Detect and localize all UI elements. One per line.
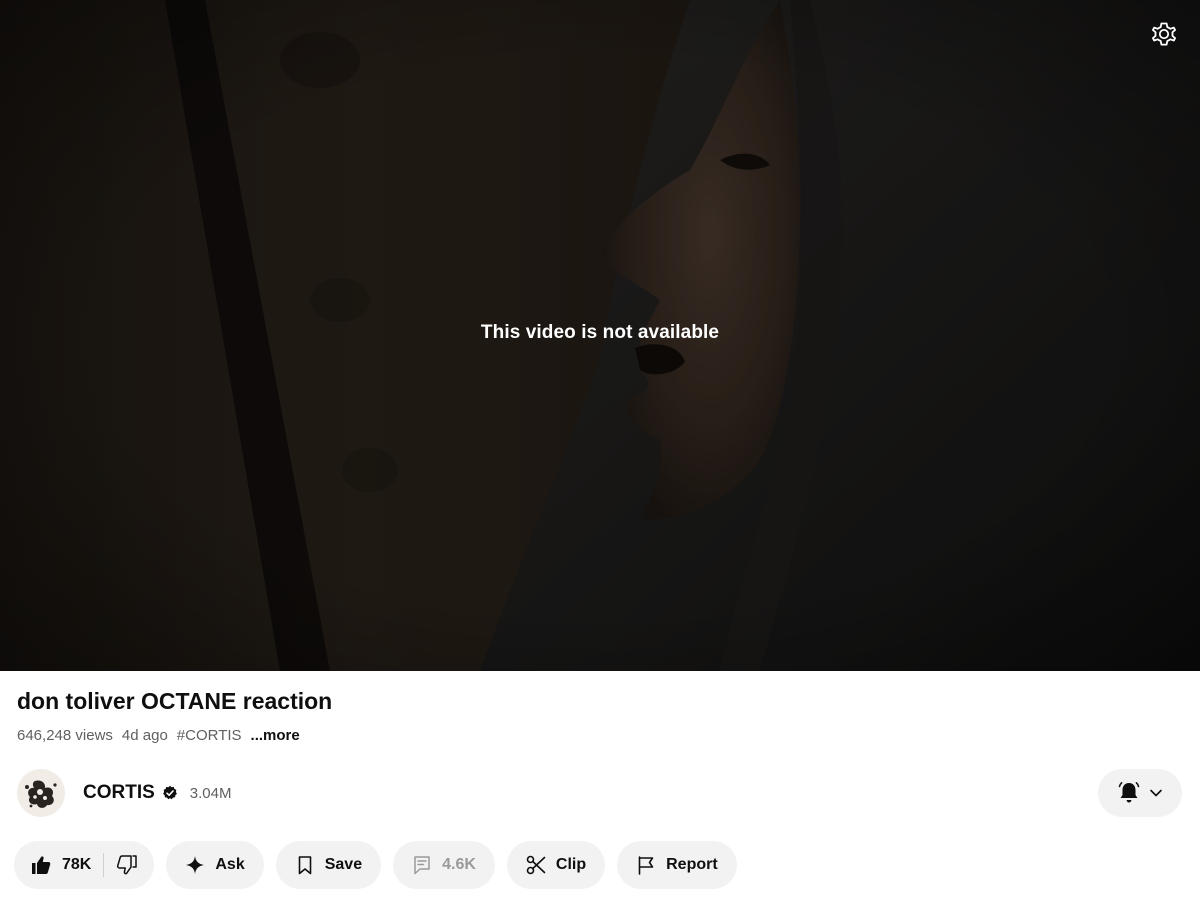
subscriber-count: 3.04M: [189, 784, 232, 802]
comments-button[interactable]: 4.6K: [393, 841, 495, 889]
like-button[interactable]: 78K: [30, 854, 103, 876]
save-button[interactable]: Save: [275, 841, 382, 889]
upload-age: 4d ago: [121, 727, 168, 744]
channel-avatar[interactable]: [17, 769, 65, 817]
sparkle-icon: [186, 856, 205, 874]
action-bar: 78K Ask Save 4.6K Clip Report: [14, 841, 737, 889]
hashtag-link[interactable]: #CORTIS: [177, 727, 242, 744]
view-count: 646,248 views: [17, 727, 113, 744]
video-title: don toliver OCTANE reaction: [17, 688, 333, 714]
more-button[interactable]: ...more: [251, 727, 300, 744]
gear-icon: [1152, 22, 1176, 46]
unavailable-message: This video is not available: [480, 322, 720, 343]
flag-icon: [638, 856, 654, 875]
like-dislike-group: 78K: [14, 841, 155, 889]
bookmark-icon: [298, 856, 312, 875]
video-player[interactable]: This video is not available: [0, 0, 1200, 671]
channel-name[interactable]: CORTIS: [83, 782, 155, 804]
scissors-icon: [526, 855, 546, 875]
thumbs-down-icon: [117, 855, 138, 875]
settings-button[interactable]: [1148, 18, 1180, 50]
video-meta[interactable]: 646,248 views 4d ago #CORTIS ...more: [17, 727, 300, 744]
channel-row: CORTIS 3.04M: [17, 769, 1182, 817]
report-button[interactable]: Report: [617, 841, 737, 889]
like-count: 78K: [62, 856, 92, 873]
subscription-bell-button[interactable]: [1098, 769, 1182, 817]
ask-label: Ask: [215, 856, 245, 873]
save-label: Save: [324, 856, 363, 873]
clip-button[interactable]: Clip: [506, 841, 606, 889]
chevron-down-icon: [1150, 789, 1162, 797]
comments-count: 4.6K: [442, 856, 476, 873]
dislike-button[interactable]: [104, 854, 138, 876]
verified-badge-icon: [162, 785, 178, 801]
bell-icon: [1118, 782, 1140, 803]
thumbs-up-icon: [32, 856, 51, 874]
clip-label: Clip: [555, 856, 587, 873]
ask-button[interactable]: Ask: [166, 841, 264, 889]
channel-logo-icon: [22, 774, 60, 812]
comment-icon: [414, 856, 430, 875]
report-label: Report: [666, 856, 718, 873]
